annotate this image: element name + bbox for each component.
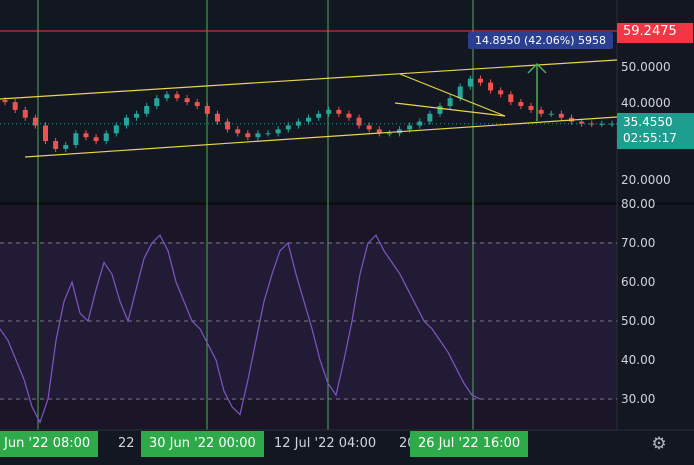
- chart-canvas[interactable]: 50.0000 40.0000 20.0000 80.00 70.00 60.0…: [0, 0, 694, 465]
- candle-body: [558, 113, 564, 118]
- time-label-highlight-2: 30 Jun '22 00:00: [141, 431, 264, 457]
- candle-body: [73, 133, 79, 145]
- candle-body: [2, 100, 8, 103]
- candle-body: [518, 102, 524, 106]
- candle-body: [427, 113, 433, 122]
- rsi-tick-40: 40.00: [621, 353, 655, 367]
- candle-body: [123, 117, 129, 126]
- candle-body: [12, 102, 18, 110]
- high-price-badge: 59.2475: [617, 23, 693, 43]
- candle-body: [174, 94, 180, 99]
- candle-body: [164, 94, 170, 99]
- candle-body: [336, 109, 342, 114]
- rsi-tick-70: 70.00: [621, 236, 655, 250]
- price-tick-40: 40.0000: [621, 96, 671, 110]
- candle-body: [53, 141, 59, 149]
- candle-body: [498, 90, 504, 95]
- candle-body: [609, 123, 615, 125]
- bar-countdown: 02:55:17: [623, 131, 677, 145]
- candle-body: [194, 102, 200, 106]
- candle-body: [508, 94, 514, 103]
- candle-body: [417, 121, 423, 126]
- last-price-badge: 35.4550 02:55:17: [617, 113, 694, 149]
- candle-body: [113, 125, 119, 134]
- candle-body: [548, 113, 554, 115]
- candle-body: [467, 78, 473, 87]
- rsi-tick-80: 80.00: [621, 197, 655, 211]
- candle-body: [538, 109, 544, 114]
- candle-body: [528, 106, 534, 110]
- candle-body: [32, 117, 38, 126]
- candle-body: [346, 113, 352, 118]
- candle-body: [366, 125, 372, 130]
- candle-body: [579, 121, 585, 124]
- price-tick-20: 20.0000: [621, 173, 671, 187]
- candle-body: [306, 117, 311, 122]
- last-price-value: 35.4550: [623, 115, 673, 129]
- measure-label: 14.8950 (42.06%) 5958: [468, 32, 614, 49]
- time-label-plain-1: 22: [118, 436, 135, 451]
- candle-body: [275, 129, 281, 134]
- price-pane[interactable]: [0, 0, 617, 202]
- candle-body: [356, 117, 362, 126]
- candle-body: [386, 133, 392, 135]
- rsi-tick-60: 60.00: [621, 275, 655, 289]
- candle-body: [214, 113, 220, 122]
- candle-body: [326, 109, 332, 114]
- candle-body: [457, 86, 463, 99]
- gear-icon[interactable]: ⚙: [648, 433, 670, 455]
- time-label-plain-2: 12 Jul '22 04:00: [274, 436, 377, 451]
- candle-body: [43, 125, 49, 142]
- candle-body: [235, 129, 241, 134]
- candle-body: [225, 121, 231, 130]
- candle-body: [83, 133, 89, 138]
- candle-body: [63, 145, 69, 149]
- candle-body: [265, 133, 271, 135]
- candle-body: [245, 133, 251, 138]
- rsi-tick-30: 30.00: [621, 392, 655, 406]
- rsi-band: [0, 242, 617, 400]
- candle-body: [255, 133, 261, 138]
- candle-body: [447, 98, 453, 106]
- candle-body: [488, 82, 494, 91]
- candle-body: [93, 137, 99, 142]
- candle-body: [204, 106, 210, 114]
- candle-body: [477, 78, 483, 83]
- time-label-highlight-3: 26 Jul '22 16:00: [410, 431, 529, 457]
- candle-body: [144, 106, 150, 114]
- candle-body: [134, 113, 140, 118]
- rsi-tick-50: 50.00: [621, 314, 655, 328]
- candle-body: [407, 125, 413, 130]
- candle-body: [589, 123, 595, 125]
- candle-body: [184, 98, 190, 103]
- price-tick-50: 50.0000: [621, 60, 671, 74]
- candle-body: [154, 98, 160, 106]
- candle-body: [437, 106, 443, 114]
- candle-body: [103, 133, 109, 142]
- pane-divider[interactable]: [0, 202, 694, 205]
- time-label-highlight-1: Jun '22 08:00: [0, 431, 99, 457]
- candle-body: [22, 109, 28, 118]
- candle-body: [316, 113, 322, 118]
- candle-body: [285, 125, 291, 130]
